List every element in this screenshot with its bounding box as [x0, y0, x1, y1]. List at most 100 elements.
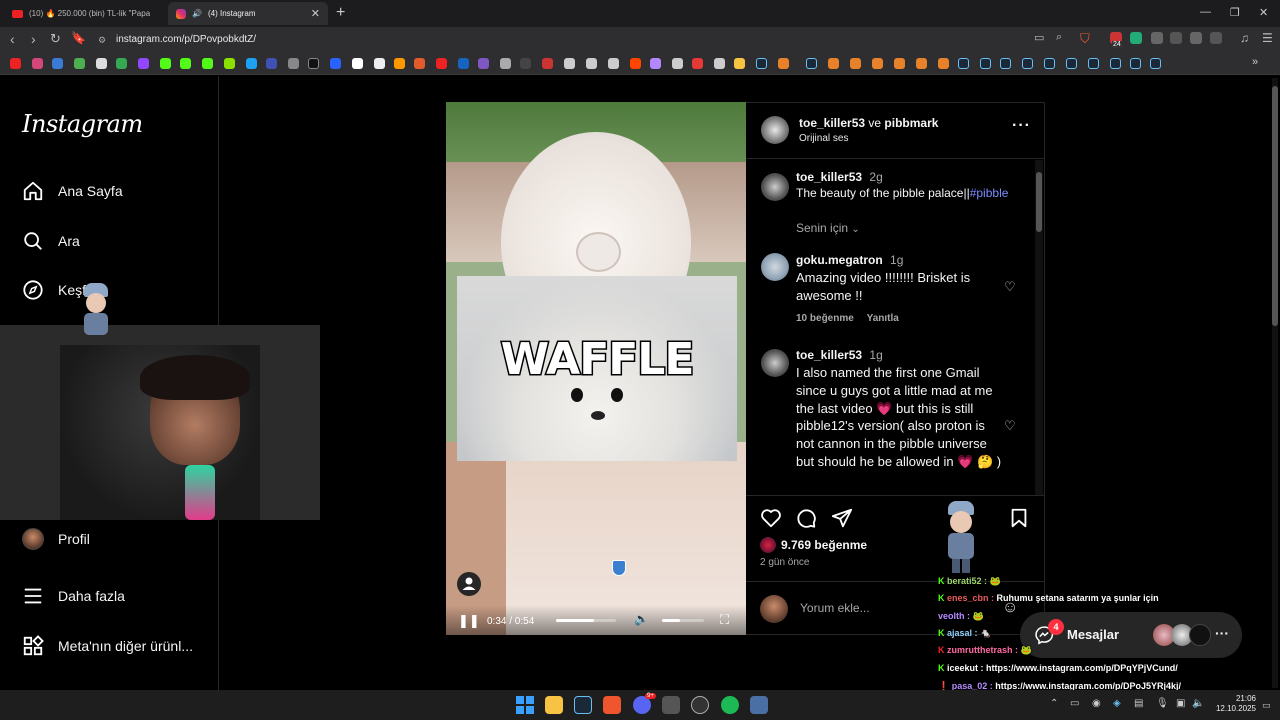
- bookmark-icon[interactable]: [586, 58, 597, 69]
- bookmark-icon[interactable]: [714, 58, 725, 69]
- tab-youtube[interactable]: (10) 🔥 250.000 (bin) TL-lik "Papa: [4, 2, 164, 25]
- forward-icon[interactable]: ›: [31, 31, 36, 47]
- youtube-bookmark-icon[interactable]: [10, 58, 21, 69]
- for-you-dropdown[interactable]: Senin için ⌄: [796, 221, 860, 235]
- comments-scrollbar[interactable]: [1035, 160, 1043, 495]
- bookmark-icon[interactable]: [436, 58, 447, 69]
- steam-tray-icon[interactable]: ◈: [1113, 698, 1121, 709]
- caption-author[interactable]: toe_killer53: [796, 170, 862, 184]
- more-bookmarks-icon[interactable]: »: [1252, 56, 1258, 68]
- scrollbar-thumb[interactable]: [1272, 86, 1278, 326]
- sidebar-item-search[interactable]: Ara: [22, 230, 80, 252]
- comment-author[interactable]: goku.megatron: [796, 253, 883, 267]
- x-bookmark-icon[interactable]: [308, 58, 319, 69]
- likes-count[interactable]: 9.769 beğenme: [781, 538, 867, 552]
- bookmark-icon[interactable]: [414, 58, 425, 69]
- tab-instagram[interactable]: 🔊 (4) Instagram ✕: [168, 2, 328, 25]
- gmail-bookmark-icon[interactable]: [96, 58, 107, 69]
- menu-icon[interactable]: ☰: [1262, 31, 1273, 45]
- bookmark-icon[interactable]: [500, 58, 511, 69]
- bookmark-icon[interactable]: [224, 58, 235, 69]
- tray-icon[interactable]: ▤: [1134, 698, 1143, 709]
- comment-input[interactable]: Yorum ekle...: [800, 601, 870, 615]
- microphone-icon[interactable]: 🎙: [1156, 698, 1169, 709]
- bookmark-icon[interactable]: 🔖: [71, 31, 86, 45]
- drive-bookmark-icon[interactable]: [116, 58, 127, 69]
- music-icon[interactable]: ♫: [1240, 31, 1249, 45]
- twitch-bookmark-icon[interactable]: [138, 58, 149, 69]
- new-tab-button[interactable]: +: [336, 4, 345, 22]
- comment-avatar[interactable]: [761, 253, 789, 281]
- file-explorer-icon[interactable]: [545, 696, 563, 714]
- bookmark-icon[interactable]: [246, 58, 257, 69]
- bookmark-icon[interactable]: [650, 58, 661, 69]
- save-icon[interactable]: [1008, 507, 1030, 529]
- page-scrollbar[interactable]: [1272, 78, 1278, 688]
- kick-bookmark-icon[interactable]: [180, 58, 191, 69]
- reload-icon[interactable]: ↻: [50, 31, 61, 47]
- steam-bookmark-icon[interactable]: [1110, 58, 1121, 69]
- bookmark-icon[interactable]: [608, 58, 619, 69]
- instagram-logo[interactable]: Instagram: [22, 110, 143, 138]
- post-author-avatar[interactable]: [761, 116, 789, 144]
- bookmark-icon[interactable]: [74, 58, 85, 69]
- sidebar-item-more[interactable]: Daha fazla: [22, 585, 125, 607]
- steam-bookmark-icon[interactable]: [756, 58, 767, 69]
- more-options-icon[interactable]: ···: [1012, 117, 1031, 135]
- spotify-icon[interactable]: [721, 696, 739, 714]
- reply-button[interactable]: Yanıtla: [867, 313, 899, 324]
- instagram-bookmark-icon[interactable]: [32, 58, 43, 69]
- post-author-link[interactable]: toe_killer53: [799, 116, 865, 130]
- like-icon[interactable]: [760, 507, 782, 529]
- volume-icon[interactable]: 🔈: [634, 612, 649, 626]
- steam-bookmark-icon[interactable]: [958, 58, 969, 69]
- steam-bookmark-icon[interactable]: [1044, 58, 1055, 69]
- bookmark-icon[interactable]: [872, 58, 883, 69]
- extension-icon[interactable]: [1151, 32, 1163, 44]
- steam-bookmark-icon[interactable]: [1000, 58, 1011, 69]
- kick-bookmark-icon[interactable]: [160, 58, 171, 69]
- bookmark-icon[interactable]: [850, 58, 861, 69]
- app-icon[interactable]: [662, 696, 680, 714]
- scrollbar-thumb[interactable]: [1036, 172, 1042, 232]
- bookmark-icon[interactable]: [828, 58, 839, 69]
- post-video[interactable]: WAFFLE ❚❚ 0:34 / 0:54 🔈 ⛶: [446, 102, 746, 635]
- bookmark-icon[interactable]: [520, 58, 531, 69]
- bookmark-icon[interactable]: [542, 58, 553, 69]
- tagged-users-button[interactable]: [457, 572, 481, 596]
- zoom-icon[interactable]: ⌕: [1056, 31, 1062, 44]
- bookmark-icon[interactable]: [778, 58, 789, 69]
- video-progress-bar[interactable]: [556, 619, 616, 622]
- caption-avatar[interactable]: [761, 173, 789, 201]
- app-icon[interactable]: [750, 696, 768, 714]
- bookmark-icon[interactable]: [916, 58, 927, 69]
- volume-icon[interactable]: 🔈: [1192, 698, 1204, 709]
- network-icon[interactable]: ▣: [1176, 698, 1185, 709]
- minimize-button[interactable]: —: [1200, 6, 1211, 18]
- sidebar-item-profile[interactable]: Profil: [22, 528, 90, 550]
- brave-icon[interactable]: [603, 696, 621, 714]
- cast-icon[interactable]: ▭: [1034, 31, 1044, 44]
- post-coauthor-link[interactable]: pibbmark: [884, 116, 938, 130]
- volume-slider[interactable]: [662, 619, 704, 622]
- clock[interactable]: 21:06 12.10.2025: [1210, 694, 1256, 714]
- close-window-button[interactable]: ✕: [1259, 6, 1268, 19]
- bookmark-icon[interactable]: [692, 58, 703, 69]
- steam-icon[interactable]: [574, 696, 592, 714]
- sidebar-icon[interactable]: [1210, 32, 1222, 44]
- bookmark-icon[interactable]: [672, 58, 683, 69]
- kick-bookmark-icon[interactable]: [202, 58, 213, 69]
- start-icon[interactable]: [516, 696, 534, 714]
- comment-avatar[interactable]: [761, 349, 789, 377]
- steam-bookmark-icon[interactable]: [1150, 58, 1161, 69]
- steam-bookmark-icon[interactable]: [1066, 58, 1077, 69]
- site-info-icon[interactable]: ⚙: [98, 31, 106, 49]
- brave-shield-icon[interactable]: ⛉: [1080, 31, 1090, 47]
- tray-chevron-icon[interactable]: ⌃: [1050, 698, 1058, 709]
- bookmark-icon[interactable]: [458, 58, 469, 69]
- bookmark-icon[interactable]: [266, 58, 277, 69]
- bookmark-icon[interactable]: [564, 58, 575, 69]
- tray-icon[interactable]: ◉: [1092, 698, 1101, 709]
- close-tab-icon[interactable]: ✕: [311, 7, 320, 20]
- comment-author[interactable]: toe_killer53: [796, 348, 862, 362]
